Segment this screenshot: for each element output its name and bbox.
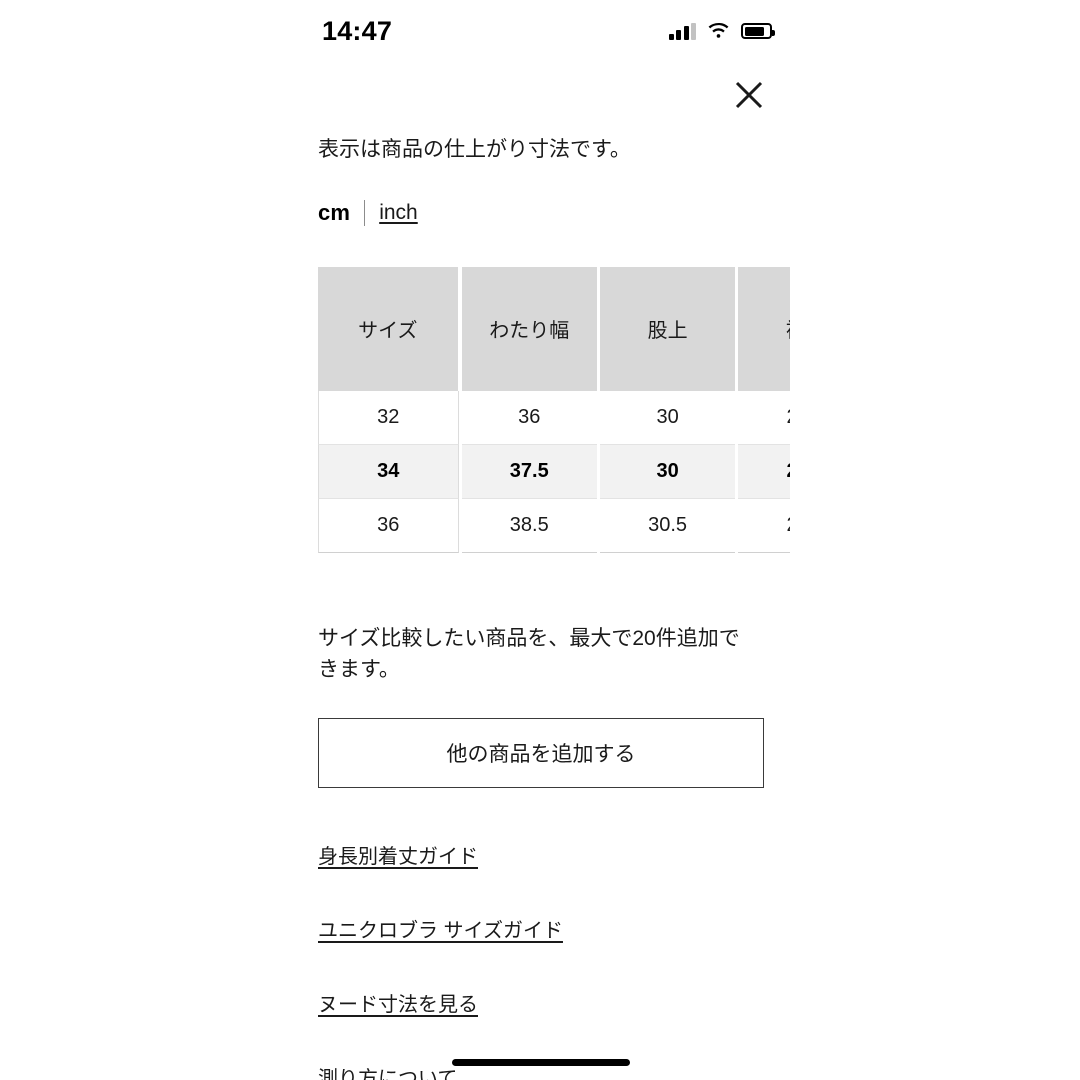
measure-cell: 29.5	[738, 498, 790, 553]
unit-toggle: cm inch	[318, 197, 790, 229]
compare-note: サイズ比較したい商品を、最大で20件追加できます。	[318, 626, 740, 682]
measure-cell: 27.5	[738, 390, 790, 445]
size-cell: 34	[318, 444, 459, 499]
measure-cell: 30.5	[599, 498, 736, 553]
close-row	[318, 62, 790, 128]
measure-cell: 38.5	[461, 498, 597, 553]
link-bra-size-guide[interactable]: ユニクロブラ サイズガイド	[318, 914, 563, 943]
link-nude-measurements[interactable]: ヌード寸法を見る	[318, 988, 478, 1017]
size-table-header-cell: 股上	[599, 266, 736, 391]
table-row: 34 37.5 30 28.5	[318, 444, 790, 499]
home-indicator[interactable]	[452, 1059, 630, 1066]
size-guide-content: 表示は商品の仕上がり寸法です。 cm inch サイズ わたり幅 股上 裾幅 股	[0, 62, 1080, 1080]
link-height-length-guide[interactable]: 身長別着丈ガイド	[318, 840, 478, 869]
size-table-header-cell: 裾幅	[738, 266, 790, 391]
measure-cell: 36	[461, 390, 597, 445]
measure-cell: 30	[599, 444, 736, 499]
measure-cell: 28.5	[738, 444, 790, 499]
status-bar-icons	[668, 22, 775, 40]
size-table-header-cell: わたり幅	[461, 266, 597, 391]
battery-icon	[741, 23, 775, 39]
status-bar: 14:47	[0, 0, 1080, 62]
table-row: 36 38.5 30.5 29.5	[318, 498, 790, 553]
unit-inch-option[interactable]: inch	[379, 201, 418, 225]
size-table-header-cell: サイズ	[318, 266, 459, 391]
guide-link-list: 身長別着丈ガイド ユニクロブラ サイズガイド ヌード寸法を見る 測り方について	[318, 840, 790, 1080]
size-table: サイズ わたり幅 股上 裾幅 股 32 36 30 27.5	[318, 266, 790, 553]
unit-divider	[364, 199, 366, 226]
size-cell: 32	[318, 390, 459, 445]
size-cell: 36	[318, 498, 459, 553]
unit-cm-option[interactable]: cm	[318, 200, 350, 226]
status-bar-time: 14:47	[322, 15, 393, 46]
link-how-to-measure[interactable]: 測り方について	[318, 1062, 457, 1080]
size-table-scroll-area[interactable]: サイズ わたり幅 股上 裾幅 股 32 36 30 27.5	[318, 266, 790, 553]
intro-text: 表示は商品の仕上がり寸法です。	[318, 138, 631, 161]
signal-bars-icon	[668, 22, 696, 40]
size-guide-screen: 14:47 表示は商品の仕上がり寸法です。 cm inch サイズ わたり幅 股…	[0, 0, 1080, 1080]
size-table-header-row: サイズ わたり幅 股上 裾幅 股	[318, 266, 790, 391]
table-row: 32 36 30 27.5	[318, 390, 790, 445]
measure-cell: 30	[599, 390, 736, 445]
wifi-icon	[707, 22, 730, 40]
close-icon[interactable]	[726, 72, 772, 118]
measure-cell: 37.5	[461, 444, 597, 499]
add-product-button[interactable]: 他の商品を追加する	[318, 718, 764, 789]
